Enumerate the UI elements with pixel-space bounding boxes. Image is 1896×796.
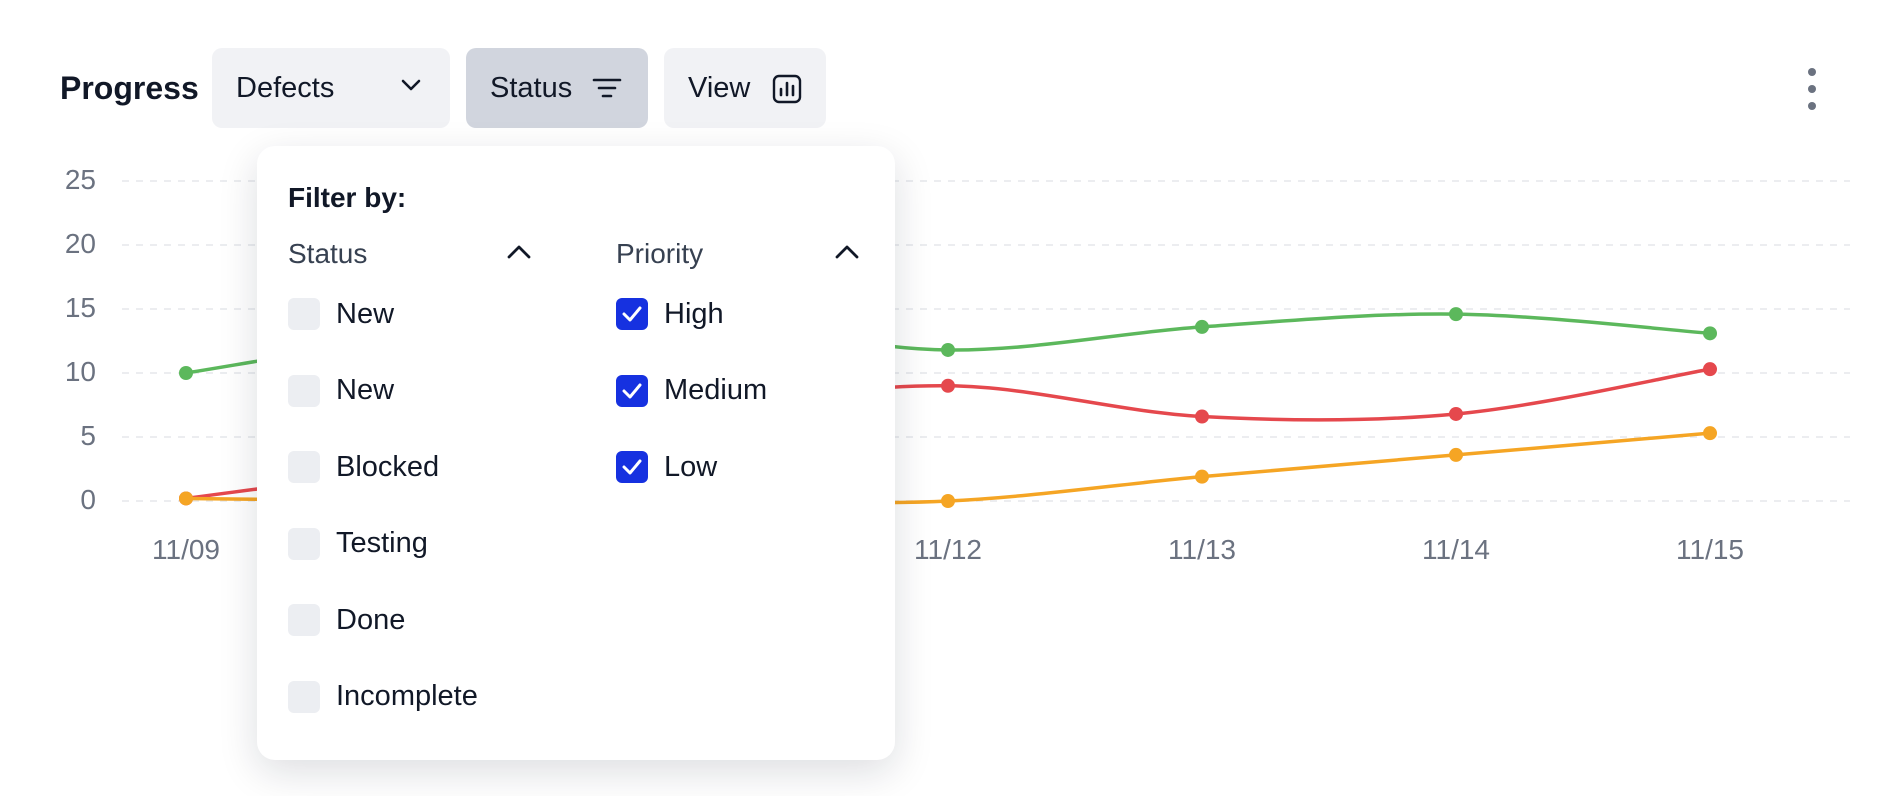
y-tick-label: 5 xyxy=(80,420,96,451)
status-option-label: Testing xyxy=(336,527,428,559)
chevron-up-icon[interactable] xyxy=(834,242,860,260)
x-tick-label: 11/14 xyxy=(1422,534,1490,565)
chevron-up-icon[interactable] xyxy=(506,242,532,260)
checkbox[interactable] xyxy=(288,298,320,330)
checkbox[interactable] xyxy=(616,374,648,407)
bar-chart-icon xyxy=(772,74,802,104)
check-icon xyxy=(622,306,642,322)
checkbox[interactable] xyxy=(288,527,320,560)
kebab-vertical-icon[interactable] xyxy=(1800,66,1824,112)
data-point[interactable] xyxy=(1449,307,1463,322)
data-point[interactable] xyxy=(941,342,955,357)
status-option[interactable]: Incomplete xyxy=(288,679,478,715)
y-tick-label: 25 xyxy=(64,164,96,195)
x-tick-label: 11/12 xyxy=(914,534,982,565)
filter-popover: Filter by: Status Priority New New Blocked… xyxy=(257,146,895,760)
priority-section-label: Priority xyxy=(616,238,704,269)
filter-title: Filter by: xyxy=(288,182,407,213)
status-option[interactable]: Done xyxy=(288,602,405,638)
y-tick-label: 10 xyxy=(64,356,96,387)
status-option-label: Done xyxy=(336,603,406,636)
checkbox[interactable] xyxy=(616,298,648,330)
checkbox[interactable] xyxy=(288,374,320,407)
priority-option-label: Medium xyxy=(664,374,768,406)
status-section-label: Status xyxy=(288,238,368,269)
data-point[interactable] xyxy=(1703,426,1717,441)
checkbox[interactable] xyxy=(288,680,320,713)
defects-dropdown-label: Defects xyxy=(236,71,335,104)
data-point[interactable] xyxy=(1195,319,1209,334)
priority-option-label: Low xyxy=(664,450,718,483)
y-tick-label: 15 xyxy=(64,292,96,323)
checkbox[interactable] xyxy=(288,451,320,483)
status-section-header[interactable]: Status xyxy=(288,238,532,270)
priority-option[interactable]: High xyxy=(616,296,724,332)
data-point[interactable] xyxy=(1449,406,1463,421)
data-point[interactable] xyxy=(1703,326,1717,341)
status-option[interactable]: New xyxy=(288,373,394,409)
priority-section-header[interactable]: Priority xyxy=(616,238,860,270)
checkbox[interactable] xyxy=(288,604,320,636)
view-button[interactable]: View xyxy=(664,48,826,128)
data-point[interactable] xyxy=(941,494,955,508)
status-option-label: Incomplete xyxy=(336,680,478,712)
data-point[interactable] xyxy=(179,491,193,506)
priority-option-label: High xyxy=(664,297,724,330)
priority-option[interactable]: Medium xyxy=(616,373,767,409)
filter-lines-icon xyxy=(592,78,622,98)
checkbox[interactable] xyxy=(616,451,648,483)
x-tick-label: 11/15 xyxy=(1676,534,1744,565)
x-tick-label: 11/09 xyxy=(152,534,220,565)
defects-dropdown[interactable]: Defects xyxy=(212,48,450,128)
data-point[interactable] xyxy=(941,378,955,393)
check-icon xyxy=(622,383,642,398)
status-option[interactable]: Testing xyxy=(288,526,428,562)
y-tick-label: 20 xyxy=(64,228,96,259)
status-option[interactable]: Blocked xyxy=(288,449,439,485)
status-option-label: New xyxy=(336,374,395,406)
status-option[interactable]: New xyxy=(288,296,394,332)
status-option-label: New xyxy=(336,297,395,330)
page-title: Progress xyxy=(60,70,199,106)
check-icon xyxy=(622,459,642,475)
data-point[interactable] xyxy=(1195,409,1209,424)
status-filter-label: Status xyxy=(490,71,573,104)
data-point[interactable] xyxy=(1703,362,1717,377)
y-tick-label: 0 xyxy=(80,484,96,515)
data-point[interactable] xyxy=(179,366,193,380)
chevron-down-icon xyxy=(401,79,421,91)
priority-option[interactable]: Low xyxy=(616,449,717,485)
toolbar: Progress Defects Status View xyxy=(0,0,1896,140)
status-filter-button[interactable]: Status xyxy=(466,48,648,128)
data-point[interactable] xyxy=(1449,447,1463,462)
view-button-label: View xyxy=(688,71,751,104)
data-point[interactable] xyxy=(1195,469,1209,484)
status-option-label: Blocked xyxy=(336,450,440,483)
x-tick-label: 11/13 xyxy=(1168,534,1236,565)
